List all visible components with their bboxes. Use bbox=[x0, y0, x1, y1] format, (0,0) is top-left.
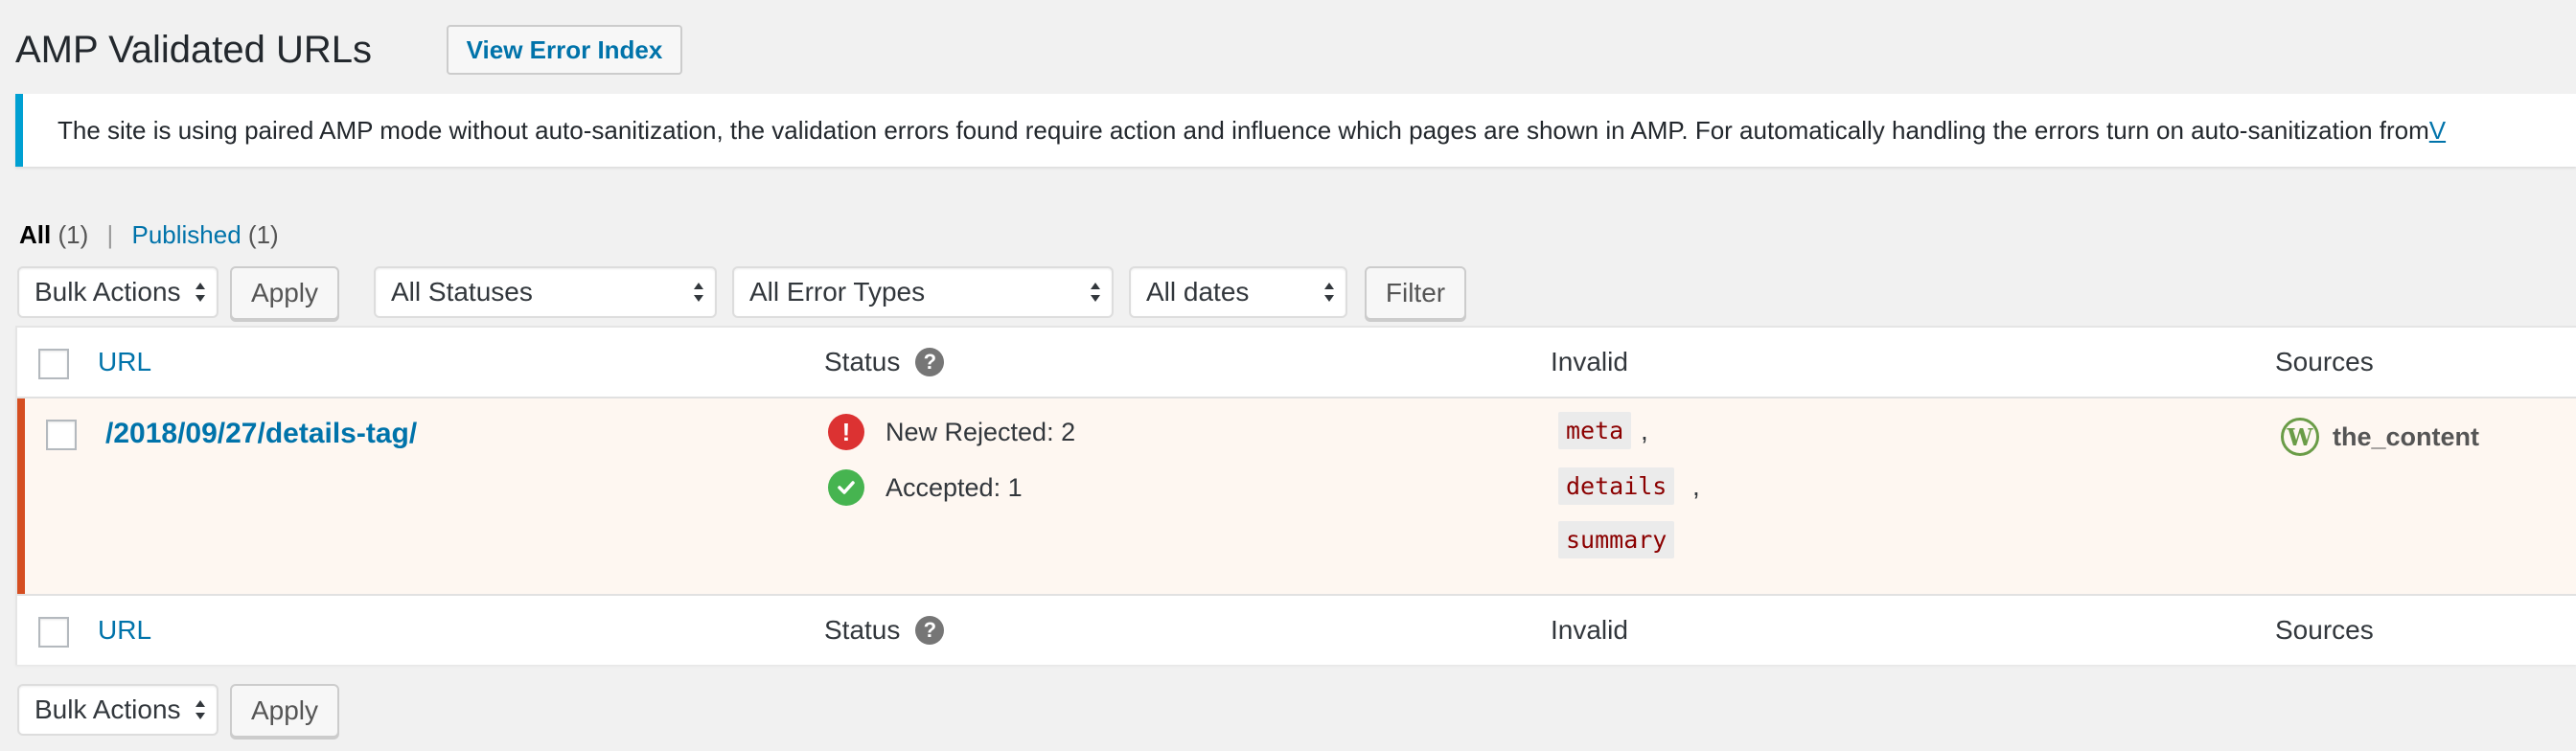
invalid-separator: , bbox=[1641, 416, 1648, 445]
error-type-filter-value: All Error Types bbox=[749, 277, 926, 307]
info-notice: The site is using paired AMP mode withou… bbox=[15, 94, 2576, 167]
apply-button-top[interactable]: Apply bbox=[230, 266, 339, 320]
select-arrows-icon bbox=[196, 283, 205, 302]
status-accepted: Accepted: 1 bbox=[828, 469, 1023, 506]
date-filter-select[interactable]: All dates bbox=[1129, 266, 1347, 318]
view-separator: | bbox=[106, 220, 114, 249]
invalid-separator: , bbox=[1692, 471, 1700, 501]
view-all[interactable]: All bbox=[19, 220, 51, 249]
notice-link[interactable]: V bbox=[2429, 116, 2446, 146]
status-rejected: ! New Rejected: 2 bbox=[828, 414, 1075, 450]
column-status-label: Status bbox=[824, 347, 901, 376]
row-checkbox[interactable] bbox=[46, 420, 77, 450]
status-filter-select[interactable]: All Statuses bbox=[374, 266, 717, 318]
filter-button[interactable]: Filter bbox=[1365, 266, 1466, 320]
validated-urls-table: URL Status ? Invalid Sources /2018/09/27… bbox=[15, 326, 2576, 665]
view-published-count: (1) bbox=[247, 220, 279, 249]
wordpress-icon: W bbox=[2281, 418, 2319, 456]
bulk-actions-value: Bulk Actions bbox=[34, 694, 181, 724]
column-url-footer[interactable]: URL bbox=[98, 596, 151, 665]
help-icon[interactable]: ? bbox=[915, 616, 945, 645]
status-filter-value: All Statuses bbox=[391, 277, 533, 307]
status-accepted-text: Accepted: 1 bbox=[886, 472, 1023, 502]
column-sources-header: Sources bbox=[2275, 347, 2374, 376]
select-arrows-icon bbox=[1091, 283, 1100, 302]
view-all-count: (1) bbox=[58, 220, 89, 249]
view-filters: All (1) | Published (1) bbox=[19, 220, 279, 250]
column-status-label: Status bbox=[824, 615, 901, 645]
view-published[interactable]: Published bbox=[131, 220, 241, 249]
bulk-actions-select-top[interactable]: Bulk Actions bbox=[17, 266, 218, 318]
column-url-header[interactable]: URL bbox=[98, 328, 151, 397]
invalid-element: summary bbox=[1558, 521, 1675, 558]
bulk-actions-value: Bulk Actions bbox=[34, 277, 181, 307]
checkmark-icon bbox=[828, 469, 864, 506]
column-status-header: Status ? bbox=[824, 328, 945, 397]
apply-button-bottom[interactable]: Apply bbox=[230, 684, 339, 738]
row-source: W the_content bbox=[2281, 418, 2479, 456]
select-all-checkbox-bottom[interactable] bbox=[38, 617, 69, 648]
select-arrows-icon bbox=[1324, 283, 1334, 302]
date-filter-value: All dates bbox=[1146, 277, 1250, 307]
invalid-element: meta bbox=[1558, 412, 1632, 449]
column-invalid-header: Invalid bbox=[1551, 347, 1628, 376]
select-arrows-icon bbox=[694, 283, 703, 302]
page-header: AMP Validated URLs bbox=[15, 23, 372, 77]
table-footer: URL Status ? Invalid Sources bbox=[17, 594, 2576, 665]
bulk-actions-select-bottom[interactable]: Bulk Actions bbox=[17, 684, 218, 736]
help-icon[interactable]: ? bbox=[915, 348, 945, 376]
select-all-checkbox[interactable] bbox=[38, 349, 69, 379]
view-error-index-button[interactable]: View Error Index bbox=[447, 25, 682, 75]
error-type-filter-select[interactable]: All Error Types bbox=[732, 266, 1114, 318]
column-sources-footer: Sources bbox=[2275, 615, 2374, 645]
invalid-element: details bbox=[1558, 467, 1675, 505]
table-row: /2018/09/27/details-tag/ ! New Rejected:… bbox=[17, 398, 2576, 594]
error-icon: ! bbox=[828, 414, 864, 450]
row-url-link[interactable]: /2018/09/27/details-tag/ bbox=[105, 418, 417, 450]
status-rejected-text: New Rejected: 2 bbox=[886, 417, 1076, 446]
table-header: URL Status ? Invalid Sources bbox=[17, 328, 2576, 398]
column-status-footer: Status ? bbox=[824, 596, 945, 665]
select-arrows-icon bbox=[196, 700, 205, 719]
source-name: the_content bbox=[2333, 421, 2480, 451]
column-invalid-footer: Invalid bbox=[1551, 615, 1628, 645]
page-title: AMP Validated URLs bbox=[15, 28, 373, 71]
notice-text: The site is using paired AMP mode withou… bbox=[58, 115, 2429, 145]
